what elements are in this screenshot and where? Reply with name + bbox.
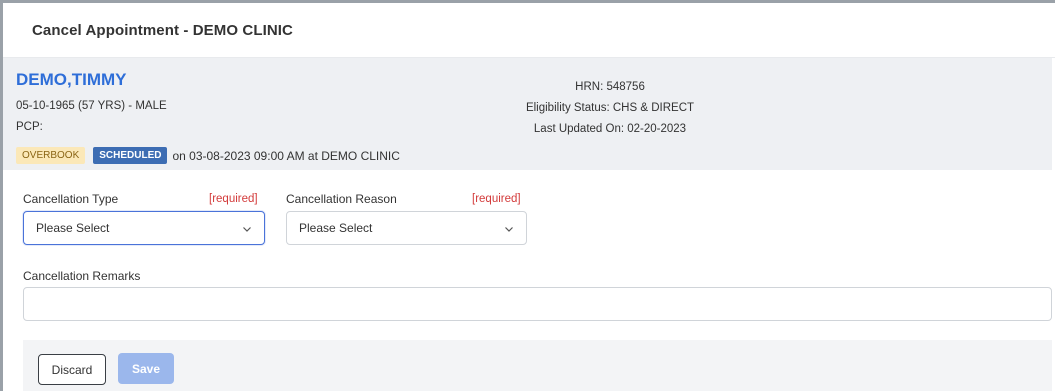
cancellation-reason-label: Cancellation Reason — [286, 192, 397, 206]
cancellation-type-select[interactable]: Please Select — [23, 211, 265, 245]
dialog-footer: Discard Save — [23, 340, 1052, 391]
patient-dob: 05-10-1965 (57 YRS) - MALE — [16, 100, 167, 112]
save-button[interactable]: Save — [118, 353, 174, 384]
overbook-badge: OVERBOOK — [16, 147, 86, 164]
dialog-title: Cancel Appointment - DEMO CLINIC — [32, 22, 293, 39]
cancellation-type-required: [required] — [209, 193, 258, 205]
cancellation-reason-required: [required] — [472, 193, 521, 205]
cancellation-type-value: Please Select — [36, 221, 110, 235]
last-updated: Last Updated On: 02-20-2023 — [533, 123, 687, 135]
dialog-header: Cancel Appointment - DEMO CLINIC — [3, 3, 1055, 58]
scheduled-badge: SCHEDULED — [93, 147, 168, 164]
chevron-down-icon — [242, 223, 252, 233]
appointment-status-row: OVERBOOK SCHEDULED on 03-08-2023 09:00 A… — [16, 147, 400, 164]
chevron-down-icon — [504, 223, 514, 233]
cancellation-remarks-label: Cancellation Remarks — [23, 269, 141, 283]
patient-hrn: HRN: 548756 — [575, 81, 645, 93]
patient-name[interactable]: DEMO,TIMMY — [16, 70, 127, 90]
cancellation-type-label: Cancellation Type — [23, 192, 119, 206]
cancellation-reason-value: Please Select — [299, 221, 373, 235]
appointment-details: on 03-08-2023 09:00 AM at DEMO CLINIC — [172, 148, 400, 163]
discard-button[interactable]: Discard — [38, 354, 106, 385]
cancellation-remarks-input[interactable] — [23, 287, 1052, 321]
patient-pcp: PCP: — [16, 121, 43, 133]
cancellation-reason-select[interactable]: Please Select — [286, 211, 527, 245]
eligibility-status: Eligibility Status: CHS & DIRECT — [525, 102, 695, 114]
patient-banner: DEMO,TIMMY 05-10-1965 (57 YRS) - MALE PC… — [3, 58, 1052, 170]
